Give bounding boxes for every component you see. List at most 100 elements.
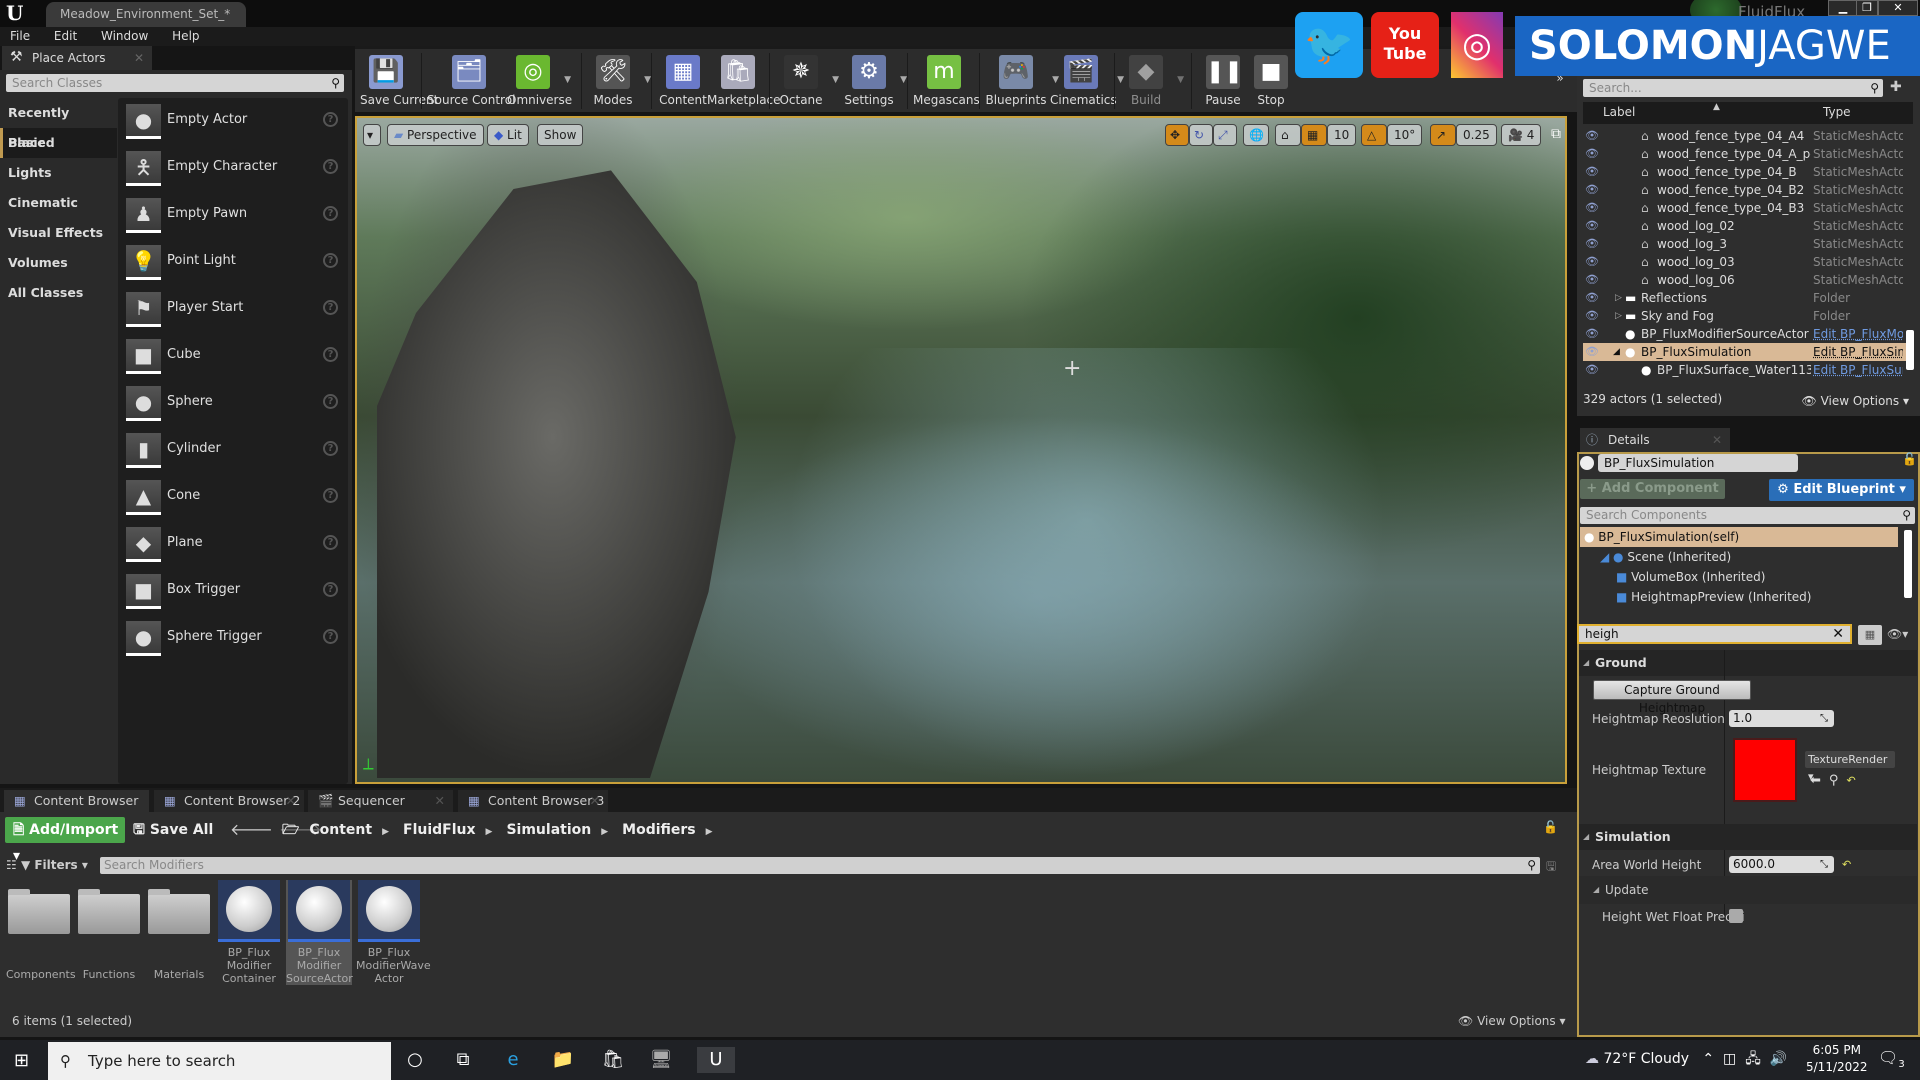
- visibility-eye-icon[interactable]: 👁: [1585, 307, 1599, 325]
- outliner-row[interactable]: 👁 ⌂ wood_log_03 StaticMeshActor: [1583, 253, 1908, 271]
- toolbar-modes-button[interactable]: 🛠 Modes ▼: [587, 49, 651, 113]
- outliner-row[interactable]: 👁 ⌂ wood_log_3 StaticMeshActor: [1583, 235, 1908, 253]
- help-icon[interactable]: ?: [323, 159, 338, 174]
- height-wet-float-precision-checkbox[interactable]: [1729, 909, 1743, 923]
- toolbar-source-control-button[interactable]: 🗂Source Control▼: [427, 49, 523, 113]
- simulation-section-header[interactable]: ◢ Simulation: [1579, 824, 1917, 850]
- outliner-row[interactable]: 👁 ● BP_FluxSurface_Water1130 Edit BP_FluxSu…: [1583, 361, 1908, 379]
- use-selected-arrow-icon[interactable]: ⬅: [1810, 773, 1829, 788]
- asset-tile[interactable]: BP_Flux ModifierWave Actor: [356, 880, 431, 985]
- asset-tile[interactable]: Components: [6, 880, 76, 981]
- toolbar-build-button[interactable]: ◆ Build ▼: [1120, 49, 1184, 113]
- unreal-engine-taskbar-icon[interactable]: U: [697, 1047, 735, 1073]
- reset-to-default-icon[interactable]: ↶: [1846, 774, 1863, 787]
- visibility-eye-icon[interactable]: 👁: [1585, 289, 1599, 307]
- lock-icon[interactable]: 🔓: [1902, 452, 1917, 466]
- actor-item-plane[interactable]: ◆ Plane?: [118, 521, 348, 568]
- dropdown-arrow-icon[interactable]: ▼: [644, 75, 651, 85]
- place-actors-tab[interactable]: Place Actors ✕: [2, 46, 152, 70]
- visibility-eye-icon[interactable]: 👁: [1585, 217, 1599, 235]
- perspective-button[interactable]: ▰ Perspective: [387, 124, 484, 146]
- toolbar-save-current-button[interactable]: 💾 Save Current: [360, 49, 438, 113]
- outliner-row[interactable]: 👁 ⌂ wood_log_06 StaticMeshActor: [1583, 271, 1908, 289]
- tab-content-browser-1[interactable]: ▦Content Browser 1✕: [4, 790, 149, 830]
- component-row[interactable]: ◢ ● Scene (Inherited): [1580, 547, 1898, 567]
- breadcrumb-arrow-icon[interactable]: ▶: [601, 827, 608, 837]
- visibility-eye-icon[interactable]: 👁: [1585, 271, 1599, 289]
- back-arrow-icon[interactable]: 🡐: [230, 820, 279, 839]
- component-tree-scrollbar[interactable]: [1904, 530, 1912, 598]
- toolbar-cinematics-button[interactable]: 🎬 Cinematics ▼: [1050, 49, 1124, 113]
- actor-item-box-trigger[interactable]: ■ Box Trigger?: [118, 568, 348, 615]
- asset-tile[interactable]: Functions: [76, 880, 142, 981]
- help-icon[interactable]: ?: [323, 206, 338, 221]
- toolbar-marketplace-button[interactable]: 🛍 Marketplace: [707, 49, 781, 113]
- ground-section-header[interactable]: ◢ Ground: [1579, 650, 1917, 676]
- weather-text[interactable]: 72°F Cloudy: [1603, 1051, 1689, 1067]
- actor-item-sphere[interactable]: ● Sphere?: [118, 380, 348, 427]
- toolbar-settings-button[interactable]: ⚙ Settings ▼: [843, 49, 907, 113]
- actor-name-field[interactable]: BP_FluxSimulation: [1598, 454, 1798, 472]
- category-all-classes[interactable]: All Classes: [0, 278, 117, 308]
- file-explorer-icon[interactable]: 📁: [550, 1047, 576, 1073]
- close-tab-icon[interactable]: ✕: [134, 46, 144, 70]
- rotation-snap-icon[interactable]: △: [1361, 124, 1387, 146]
- help-icon[interactable]: ?: [323, 394, 338, 409]
- outliner-scrollbar[interactable]: [1906, 330, 1914, 370]
- outliner-row[interactable]: 👁 ⌂ wood_fence_type_04_B StaticMeshActor: [1583, 163, 1908, 181]
- texture-asset-dropdown[interactable]: TextureRender ▾: [1805, 751, 1895, 783]
- tray-overflow-icon[interactable]: ⌃: [1702, 1051, 1714, 1067]
- help-icon[interactable]: ?: [323, 488, 338, 503]
- visibility-eye-icon[interactable]: 👁: [1585, 181, 1599, 199]
- breadcrumb-modifiers[interactable]: Modifiers: [622, 822, 695, 838]
- lit-button[interactable]: ◆ Lit: [487, 124, 529, 146]
- task-view-icon[interactable]: ⧉: [450, 1047, 476, 1073]
- asset-tile[interactable]: BP_Flux Modifier SourceActor: [286, 880, 353, 985]
- help-icon[interactable]: ?: [323, 441, 338, 456]
- property-matrix-button[interactable]: ▦: [1858, 625, 1882, 645]
- edit-blueprint-link[interactable]: Edit BP_FluxModifierSourceActor: [1813, 325, 1903, 343]
- asset-tile[interactable]: BP_Flux Modifier Container: [216, 880, 282, 985]
- dropdown-arrow-icon[interactable]: ▼: [900, 75, 907, 85]
- outliner-view-options[interactable]: 👁 View Options ▾: [1802, 394, 1910, 408]
- toolbar-pause-button[interactable]: ❚❚ Pause: [1197, 49, 1249, 113]
- maximize-viewport-icon[interactable]: ⧉: [1551, 126, 1561, 142]
- dropdown-arrow-icon[interactable]: ▼: [564, 75, 571, 85]
- help-icon[interactable]: ?: [323, 629, 338, 644]
- save-search-icon[interactable]: 🖫: [1546, 857, 1556, 878]
- toolbar-omniverse-button[interactable]: ◎ Omniverse ▼: [507, 49, 572, 113]
- area-world-height-input[interactable]: 6000.0 ⤡: [1729, 856, 1834, 873]
- help-icon[interactable]: ?: [323, 253, 338, 268]
- surface-snap-icon[interactable]: ⌂: [1275, 124, 1301, 146]
- category-visual-effects[interactable]: Visual Effects: [0, 218, 117, 248]
- toolbar-octane-button[interactable]: ✵ Octane ▼: [775, 49, 839, 113]
- grid-snap-icon[interactable]: ▦: [1301, 124, 1327, 146]
- cortana-icon[interactable]: ○: [402, 1047, 428, 1073]
- rotation-snap-value[interactable]: 10°: [1387, 124, 1423, 146]
- dropdown-arrow-icon[interactable]: ▼: [1177, 75, 1184, 85]
- type-column-header[interactable]: Type: [1823, 105, 1851, 119]
- system-clock[interactable]: 6:05 PM 5/11/2022: [1806, 1042, 1868, 1076]
- scale-tool-icon[interactable]: ⤢: [1213, 124, 1237, 146]
- tab-content-browser-2[interactable]: ▦ Content Browser 2 ✕: [154, 790, 304, 812]
- actor-item-cube[interactable]: ■ Cube?: [118, 333, 348, 380]
- details-filter-input[interactable]: heigh ✕: [1577, 624, 1852, 644]
- volume-icon[interactable]: 🔊: [1770, 1051, 1787, 1067]
- visibility-eye-icon[interactable]: 👁: [1585, 253, 1599, 271]
- category-lights[interactable]: Lights: [0, 158, 117, 188]
- breadcrumb-content[interactable]: Content: [309, 822, 372, 838]
- update-subsection-header[interactable]: ◢ Update: [1579, 876, 1917, 904]
- save-all-button[interactable]: 🖫 Save All: [133, 817, 213, 843]
- minimize-button[interactable]: ▁: [1828, 0, 1858, 16]
- scale-snap-value[interactable]: 0.25: [1456, 124, 1497, 146]
- visibility-options-icon[interactable]: 👁▾: [1887, 627, 1908, 641]
- outliner-row[interactable]: 👁 ◢ ● BP_FluxSimulation Edit BP_FluxSimulati…: [1583, 343, 1908, 361]
- resource-monitor-icon[interactable]: 🖥: [648, 1047, 674, 1073]
- toolbar-megascans-button[interactable]: m Megascans: [913, 49, 980, 113]
- label-column-header[interactable]: Label: [1603, 105, 1635, 119]
- add-import-button[interactable]: 🗎 Add/Import ▾: [5, 817, 125, 864]
- visibility-eye-icon[interactable]: 👁: [1585, 127, 1599, 145]
- heightmap-resolution-input[interactable]: 1.0 ⤡: [1729, 710, 1834, 727]
- tab-sequencer[interactable]: 🎬 Sequencer ✕: [308, 790, 453, 812]
- visibility-eye-icon[interactable]: 👁: [1585, 361, 1599, 379]
